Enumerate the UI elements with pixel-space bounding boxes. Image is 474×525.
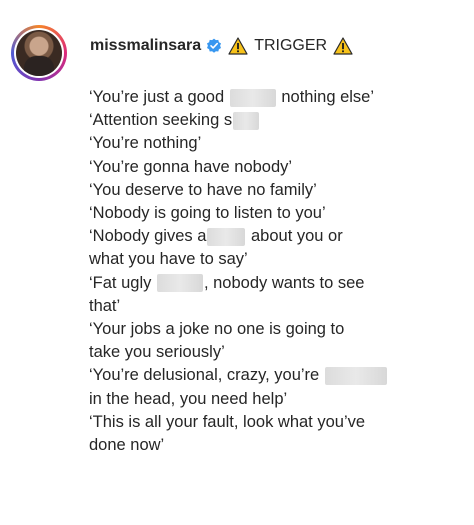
caption-text: done now’ [89,436,165,455]
caption-text: , nobody wants to see [203,273,365,292]
caption-line: ‘Attention seeking s [89,109,459,132]
avatar-frame [14,28,64,78]
caption-line: that’ [89,295,459,318]
caption-text: ‘This is all your fault, look what you’v… [89,412,366,431]
caption-text: take you seriously’ [89,343,225,362]
redacted-word [324,367,387,386]
caption-line: ‘You’re gonna have nobody’ [89,156,459,179]
post-header: missmalinsara TRIGGER [90,36,359,56]
post-caption: ‘You’re just a good nothing else’ ‘Atten… [89,86,459,457]
caption-text: ‘Fat ugly [89,273,152,292]
caption-text: ‘Nobody gives a [89,227,207,246]
caption-text: what you have to say’ [89,250,248,269]
caption-text: ‘You’re gonna have nobody’ [89,157,293,176]
verified-badge-icon [207,38,222,53]
caption-text: about you or [251,227,343,246]
warning-triangle-icon [228,37,248,55]
redacted-word [156,274,203,293]
caption-text: ‘You’re just a good [89,88,225,106]
caption-text: ‘You deserve to have no family’ [89,180,317,199]
warning-triangle-icon [333,37,353,55]
caption-line: ‘Nobody gives a about you or [89,225,459,248]
caption-line: ‘This is all your fault, look what you’v… [89,411,459,434]
trigger-label: TRIGGER [254,37,328,54]
username-link[interactable]: missmalinsara [90,36,201,56]
caption-text: ‘You’re delusional, crazy, you’re [89,366,320,385]
caption-line: done now’ [89,434,459,457]
caption-text: ‘Attention seeking s [89,111,233,130]
caption-text: ‘Your jobs a joke no one is going to [89,320,345,339]
caption-line: ‘You’re nothing’ [89,132,459,155]
caption-line: what you have to say’ [89,248,459,271]
caption-text: ‘You’re nothing’ [89,134,202,153]
caption-line: ‘You’re delusional, crazy, you’re [89,364,459,387]
caption-line: ‘Nobody is going to listen to you’ [89,202,459,225]
redacted-word [233,111,260,130]
caption-text: in the head, you need help’ [89,389,288,408]
caption-line: ‘You’re just a good nothing else’ [89,86,459,109]
instagram-post: missmalinsara TRIGGER ‘You’re just a goo… [0,0,474,525]
avatar[interactable] [16,30,62,76]
redacted-word [207,227,246,246]
caption-line: in the head, you need help’ [89,388,459,411]
caption-text: ‘Nobody is going to listen to you’ [89,204,326,223]
profile-avatar-ring[interactable] [11,25,67,81]
caption-line: ‘Fat ugly , nobody wants to see [89,272,459,295]
caption-line: ‘You deserve to have no family’ [89,179,459,202]
caption-text: nothing else’ [281,88,375,106]
redacted-word [229,88,276,107]
caption-text: that’ [89,296,121,315]
caption-line: ‘Your jobs a joke no one is going to [89,318,459,341]
caption-line: take you seriously’ [89,341,459,364]
